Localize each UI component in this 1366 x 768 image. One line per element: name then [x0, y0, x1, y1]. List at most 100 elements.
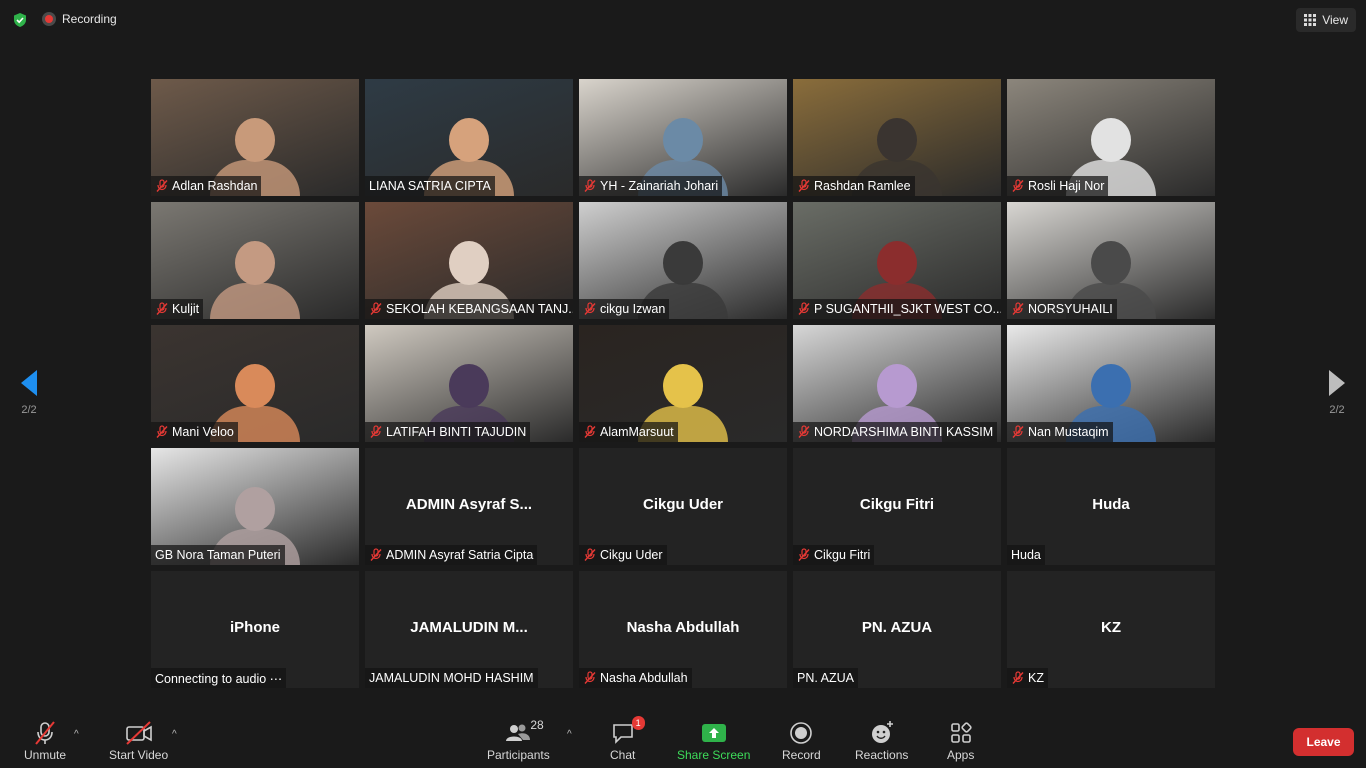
participant-display-name: PN. AZUA: [861, 619, 933, 636]
reactions-label: Reactions: [855, 748, 909, 762]
video-options-caret-icon[interactable]: ^: [172, 729, 177, 740]
participant-tile[interactable]: Mani Veloo: [151, 325, 359, 442]
muted-mic-icon: [156, 425, 168, 438]
muted-mic-icon: [1012, 179, 1024, 192]
top-bar: Recording View: [0, 0, 1366, 40]
participant-tile[interactable]: P SUGANTHII_SJKT WEST CO...: [793, 202, 1001, 319]
unmute-button[interactable]: Unmute: [24, 720, 66, 762]
muted-mic-icon: [370, 302, 382, 315]
apps-button[interactable]: Apps: [947, 720, 974, 762]
participant-tile[interactable]: cikgu Izwan: [579, 202, 787, 319]
chat-icon: [612, 724, 633, 744]
participant-name: AlamMarsuut: [600, 425, 674, 439]
participant-tile[interactable]: PN. AZUA PN. AZUA: [793, 571, 1001, 688]
participant-tile[interactable]: Nan Mustaqim: [1007, 325, 1215, 442]
camera-off-icon: [125, 721, 152, 745]
participant-tile[interactable]: Cikgu Uder Cikgu Uder: [579, 448, 787, 565]
muted-mic-icon: [370, 548, 382, 561]
participant-name: PN. AZUA: [797, 671, 854, 685]
participant-display-name: ADMIN Asyraf S...: [405, 496, 533, 513]
muted-mic-icon: [156, 179, 168, 192]
participant-nameplate: Nan Mustaqim: [1007, 422, 1113, 442]
participant-tile[interactable]: SEKOLAH KEBANGSAAN TANJ...: [365, 202, 573, 319]
chat-label: Chat: [610, 748, 636, 762]
muted-mic-icon: [156, 302, 168, 315]
participant-nameplate: SEKOLAH KEBANGSAAN TANJ...: [365, 299, 573, 319]
participant-silhouette: [210, 241, 300, 319]
start-video-button[interactable]: Start Video: [109, 720, 168, 762]
participant-nameplate: Nasha Abdullah: [579, 668, 692, 688]
participant-name: Kuljit: [172, 302, 200, 316]
participant-nameplate: ADMIN Asyraf Satria Cipta: [365, 545, 538, 565]
recording-label: Recording: [62, 12, 117, 26]
microphone-muted-icon: [35, 721, 55, 745]
audio-options-caret-icon[interactable]: ^: [74, 729, 79, 740]
participant-nameplate: Kuljit: [151, 299, 204, 319]
participant-name: Rashdan Ramlee: [814, 179, 911, 193]
share-screen-button[interactable]: Share Screen: [677, 720, 750, 762]
recording-icon: [42, 12, 56, 26]
participant-tile[interactable]: LATIFAH BINTI TAJUDIN: [365, 325, 573, 442]
leave-button[interactable]: Leave: [1293, 728, 1354, 756]
participant-nameplate: Rosli Haji Nor: [1007, 176, 1109, 196]
participant-display-name: Cikgu Fitri: [859, 496, 935, 513]
participant-tile[interactable]: NORDARSHIMA BINTI KASSIM: [793, 325, 1001, 442]
record-icon: [790, 722, 813, 744]
chat-unread-badge: 1: [631, 716, 645, 730]
video-gallery: Adlan Rashdan LIANA SATRIA CIPTA YH - Zain…: [151, 79, 1215, 688]
participant-name: ADMIN Asyraf Satria Cipta: [386, 548, 534, 562]
participant-name: Huda: [1011, 548, 1041, 562]
muted-mic-icon: [584, 302, 596, 315]
participant-tile[interactable]: iPhone Connecting to audio ⋯: [151, 571, 359, 688]
participant-tile[interactable]: Kuljit: [151, 202, 359, 319]
participants-count: 28: [530, 718, 544, 732]
grid-view-icon: [1304, 14, 1317, 26]
chat-button[interactable]: 1 Chat: [610, 716, 645, 762]
muted-mic-icon: [370, 425, 382, 438]
recording-indicator[interactable]: Recording: [42, 8, 117, 30]
participant-nameplate: P SUGANTHII_SJKT WEST CO...: [793, 299, 1001, 319]
participant-tile[interactable]: JAMALUDIN M... JAMALUDIN MOHD HASHIM: [365, 571, 573, 688]
participant-tile[interactable]: Rosli Haji Nor: [1007, 79, 1215, 196]
participant-tile[interactable]: Nasha Abdullah Nasha Abdullah: [579, 571, 787, 688]
participant-tile[interactable]: Rashdan Ramlee: [793, 79, 1001, 196]
participant-tile[interactable]: Adlan Rashdan: [151, 79, 359, 196]
participants-icon: [506, 724, 531, 741]
participant-tile[interactable]: Huda Huda: [1007, 448, 1215, 565]
participant-tile[interactable]: ADMIN Asyraf S... ADMIN Asyraf Satria Cip…: [365, 448, 573, 565]
reactions-smiley-icon: [871, 721, 893, 743]
record-button[interactable]: Record: [782, 720, 821, 762]
participant-tile[interactable]: AlamMarsuut: [579, 325, 787, 442]
participant-nameplate: Mani Veloo: [151, 422, 238, 442]
apps-icon: [950, 722, 972, 743]
reactions-button[interactable]: Reactions: [855, 720, 908, 762]
participant-tile[interactable]: GB Nora Taman Puteri: [151, 448, 359, 565]
page-indicator-left: 2/2: [21, 404, 37, 416]
participant-nameplate: YH - Zainariah Johari: [579, 176, 723, 196]
participant-name: YH - Zainariah Johari: [600, 179, 719, 193]
view-button[interactable]: View: [1296, 8, 1356, 32]
next-page-button[interactable]: 2/2: [1322, 368, 1352, 428]
participant-tile[interactable]: LIANA SATRIA CIPTA: [365, 79, 573, 196]
participant-tile[interactable]: NORSYUHAILI: [1007, 202, 1215, 319]
record-label: Record: [782, 748, 821, 762]
participant-nameplate: Huda: [1007, 545, 1045, 565]
security-shield-icon[interactable]: [12, 12, 28, 28]
participant-name: Nan Mustaqim: [1028, 425, 1109, 439]
participant-tile[interactable]: YH - Zainariah Johari: [579, 79, 787, 196]
previous-page-button[interactable]: 2/2: [14, 368, 44, 428]
participants-options-caret-icon[interactable]: ^: [567, 729, 572, 740]
page-indicator-right: 2/2: [1329, 404, 1345, 416]
participant-tile[interactable]: KZ KZ: [1007, 571, 1215, 688]
muted-mic-icon: [798, 425, 810, 438]
participants-button[interactable]: 28 Participants: [487, 718, 550, 762]
muted-mic-icon: [798, 548, 810, 561]
muted-mic-icon: [1012, 425, 1024, 438]
participant-display-name: Huda: [1092, 496, 1130, 513]
participant-display-name: JAMALUDIN M...: [410, 619, 528, 636]
participant-nameplate: Cikgu Uder: [579, 545, 667, 565]
participant-tile[interactable]: Cikgu Fitri Cikgu Fitri: [793, 448, 1001, 565]
participant-name: Adlan Rashdan: [172, 179, 258, 193]
participant-display-name: Nasha Abdullah: [626, 619, 740, 636]
muted-mic-icon: [1012, 671, 1024, 684]
